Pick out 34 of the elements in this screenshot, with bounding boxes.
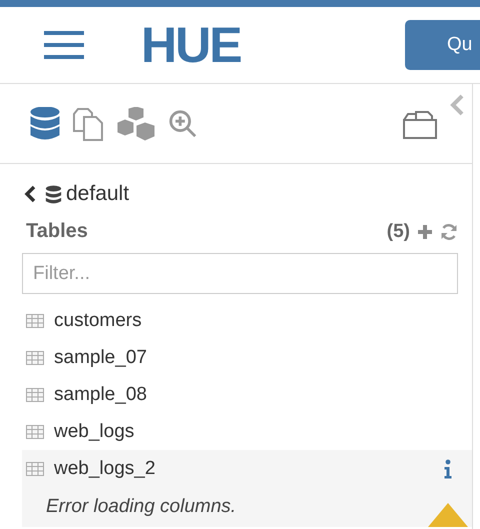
database-icon[interactable] <box>30 106 60 140</box>
menu-icon[interactable] <box>44 30 84 60</box>
table-name: web_logs_2 <box>54 458 156 480</box>
table-name: sample_08 <box>54 384 147 406</box>
documents-icon[interactable] <box>72 106 104 140</box>
table-icon <box>26 424 44 438</box>
arrow-icon <box>428 503 468 527</box>
database-icon <box>45 184 62 204</box>
zoom-in-icon[interactable] <box>168 108 198 138</box>
database-name[interactable]: default <box>66 182 130 206</box>
info-icon[interactable] <box>444 458 452 478</box>
table-list-item[interactable]: web_logs_2 Error loading columns. <box>22 450 472 527</box>
filter-field[interactable]: Filter... <box>22 253 458 294</box>
table-list-item[interactable]: sample_07 <box>22 339 472 376</box>
back-chevron-icon[interactable] <box>24 185 36 203</box>
refresh-icon[interactable] <box>440 222 458 240</box>
section-title: Tables <box>26 220 89 243</box>
table-list-item[interactable]: sample_08 <box>22 376 472 413</box>
table-icon <box>26 388 44 402</box>
app-logo[interactable]: HUE <box>141 20 241 70</box>
table-list-item[interactable]: customers <box>22 302 472 339</box>
table-icon <box>26 350 44 364</box>
table-name: sample_07 <box>54 346 147 368</box>
table-icon <box>26 462 44 476</box>
blocks-icon[interactable] <box>116 106 156 140</box>
query-button[interactable]: Qu <box>405 20 480 70</box>
table-icon <box>26 314 44 328</box>
table-name: web_logs <box>54 420 134 442</box>
plus-icon[interactable] <box>417 224 433 240</box>
table-list-item[interactable]: web_logs <box>22 413 472 450</box>
table-count: (5) <box>386 220 410 242</box>
table-name: customers <box>54 310 142 332</box>
error-message: Error loading columns. <box>45 496 238 518</box>
collapse-chevron-icon[interactable] <box>450 94 464 116</box>
